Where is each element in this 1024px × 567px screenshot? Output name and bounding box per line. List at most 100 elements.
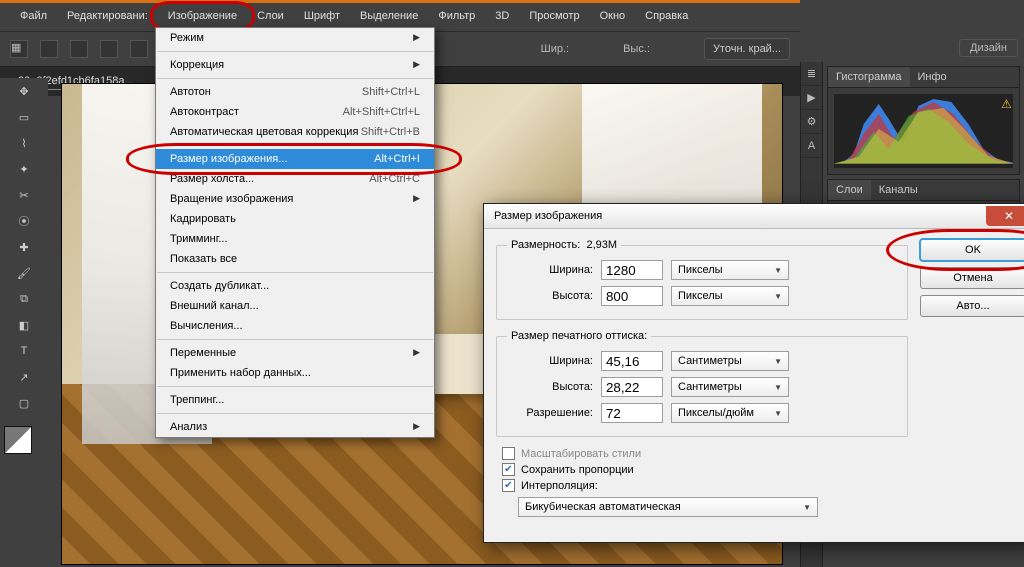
menu-window[interactable]: Окно: [590, 7, 636, 25]
lasso-tool-icon[interactable]: ⌇: [13, 132, 35, 154]
info-tab[interactable]: Инфо: [910, 67, 955, 87]
ok-button[interactable]: OK: [920, 239, 1024, 261]
opt-icon-4[interactable]: [130, 40, 148, 58]
wand-tool-icon[interactable]: ✦: [13, 158, 35, 180]
marquee-tool-icon[interactable]: ▭: [13, 106, 35, 128]
res-input[interactable]: [601, 403, 663, 423]
opt-icon-2[interactable]: [70, 40, 88, 58]
svg-text:⚠: ⚠: [1001, 97, 1012, 111]
pwidth-label: Ширина:: [507, 355, 593, 367]
res-unit-select[interactable]: Пикселы/дюйм: [671, 403, 789, 423]
menu-image[interactable]: Изображение: [158, 7, 247, 25]
width-label: Ширина:: [507, 264, 593, 276]
dd-dataset[interactable]: Применить набор данных...: [156, 363, 434, 383]
eyedropper-tool-icon[interactable]: ⦿: [13, 210, 35, 232]
menu-3d[interactable]: 3D: [485, 7, 519, 25]
dd-calculations[interactable]: Вычисления...: [156, 316, 434, 336]
stamp-tool-icon[interactable]: ⧉: [13, 288, 35, 310]
pixel-dims-value: 2,93M: [586, 239, 617, 251]
dd-crop[interactable]: Кадрировать: [156, 209, 434, 229]
menu-layers[interactable]: Слои: [247, 7, 294, 25]
dd-image-size[interactable]: Размер изображения...Alt+Ctrl+I: [156, 149, 434, 169]
auto-button[interactable]: Авто...: [920, 295, 1024, 317]
dd-analysis[interactable]: Анализ: [156, 417, 434, 437]
menu-help[interactable]: Справка: [635, 7, 698, 25]
tool-preset-icon[interactable]: ▦: [10, 40, 28, 58]
pheight-input[interactable]: [601, 377, 663, 397]
pheight-unit-select[interactable]: Сантиметры: [671, 377, 789, 397]
cancel-button[interactable]: Отмена: [920, 267, 1024, 289]
shape-tool-icon[interactable]: ▢: [13, 392, 35, 414]
dd-corrections[interactable]: Коррекция: [156, 55, 434, 75]
dd-variables[interactable]: Переменные: [156, 343, 434, 363]
heal-tool-icon[interactable]: ✚: [13, 236, 35, 258]
dialog-title: Размер изображения: [494, 210, 602, 222]
refine-edge-button[interactable]: Уточн. край...: [704, 38, 790, 60]
workspace-switcher: Дизайн: [800, 36, 1024, 60]
opt-icon-1[interactable]: [40, 40, 58, 58]
channels-tab[interactable]: Каналы: [871, 180, 926, 200]
strip-actions-icon[interactable]: ▶: [801, 86, 822, 110]
path-tool-icon[interactable]: ↗: [13, 366, 35, 388]
width-label: Шир.:: [541, 43, 569, 55]
dd-rotate[interactable]: Вращение изображения: [156, 189, 434, 209]
width-unit-select[interactable]: Пикселы: [671, 260, 789, 280]
strip-properties-icon[interactable]: ⚙: [801, 110, 822, 134]
height-label: Выс.:: [623, 43, 650, 55]
height-input[interactable]: [601, 286, 663, 306]
res-label: Разрешение:: [507, 407, 593, 419]
histogram-graph: ⚠: [834, 94, 1013, 168]
dd-autocolor[interactable]: Автоматическая цветовая коррекцияShift+C…: [156, 122, 434, 142]
width-input[interactable]: [601, 260, 663, 280]
dd-reveal[interactable]: Показать все: [156, 249, 434, 269]
dd-autotone[interactable]: АвтотонShift+Ctrl+L: [156, 82, 434, 102]
image-menu-dropdown: Режим Коррекция АвтотонShift+Ctrl+L Авто…: [155, 27, 435, 438]
dd-duplicate[interactable]: Создать дубликат...: [156, 276, 434, 296]
doc-size-label: Размер печатного оттиска:: [507, 330, 651, 342]
image-size-dialog: Размер изображения ✕ Размерность: 2,93M …: [483, 203, 1024, 543]
crop-tool-icon[interactable]: ✂: [13, 184, 35, 206]
workspace-pill[interactable]: Дизайн: [959, 39, 1018, 57]
menu-filter[interactable]: Фильтр: [428, 7, 485, 25]
scale-styles-checkbox[interactable]: [502, 447, 515, 460]
histogram-tab[interactable]: Гистограмма: [828, 67, 910, 87]
dd-apply-image[interactable]: Внешний канал...: [156, 296, 434, 316]
dd-trim[interactable]: Тримминг...: [156, 229, 434, 249]
strip-history-icon[interactable]: ≣: [801, 62, 822, 86]
document-size-group: Размер печатного оттиска: Ширина: Сантим…: [496, 330, 908, 437]
pixel-dims-label: Размерность:: [511, 239, 580, 251]
dd-canvas-size[interactable]: Размер холста...Alt+Ctrl+C: [156, 169, 434, 189]
dialog-titlebar[interactable]: Размер изображения ✕: [484, 204, 1024, 229]
layers-tab[interactable]: Слои: [828, 180, 871, 200]
brush-tool-icon[interactable]: 🖌: [13, 262, 35, 284]
menu-select[interactable]: Выделение: [350, 7, 428, 25]
move-tool-icon[interactable]: ✥: [13, 80, 35, 102]
constrain-checkbox[interactable]: ✔: [502, 463, 515, 476]
eraser-tool-icon[interactable]: ◧: [13, 314, 35, 336]
pwidth-unit-select[interactable]: Сантиметры: [671, 351, 789, 371]
height-label: Высота:: [507, 290, 593, 302]
histogram-panel: Гистограмма Инфо ⚠: [827, 66, 1020, 175]
color-swatch[interactable]: [4, 426, 32, 454]
resample-label: Интерполяция:: [521, 480, 598, 492]
strip-char-icon[interactable]: A: [801, 134, 822, 158]
menu-file[interactable]: Файл: [10, 7, 57, 25]
resample-checkbox[interactable]: ✔: [502, 479, 515, 492]
menu-edit[interactable]: Редактировани:: [57, 7, 158, 25]
menu-view[interactable]: Просмотр: [519, 7, 589, 25]
dd-autocontrast[interactable]: АвтоконтрастAlt+Shift+Ctrl+L: [156, 102, 434, 122]
height-unit-select[interactable]: Пикселы: [671, 286, 789, 306]
tool-palette: ✥ ▭ ⌇ ✦ ✂ ⦿ ✚ 🖌 ⧉ ◧ T ↗ ▢: [0, 78, 48, 464]
pheight-label: Высота:: [507, 381, 593, 393]
dd-trap[interactable]: Треппинг...: [156, 390, 434, 410]
dd-mode[interactable]: Режим: [156, 28, 434, 48]
constrain-label: Сохранить пропорции: [521, 464, 634, 476]
interp-method-select[interactable]: Бикубическая автоматическая: [518, 497, 818, 517]
opt-icon-3[interactable]: [100, 40, 118, 58]
scale-styles-label: Масштабировать стили: [521, 448, 641, 460]
close-icon[interactable]: ✕: [986, 206, 1024, 226]
type-tool-icon[interactable]: T: [13, 340, 35, 362]
pixel-dimensions-group: Размерность: 2,93M Ширина: Пикселы Высот…: [496, 239, 908, 320]
pwidth-input[interactable]: [601, 351, 663, 371]
menu-type[interactable]: Шрифт: [294, 7, 350, 25]
